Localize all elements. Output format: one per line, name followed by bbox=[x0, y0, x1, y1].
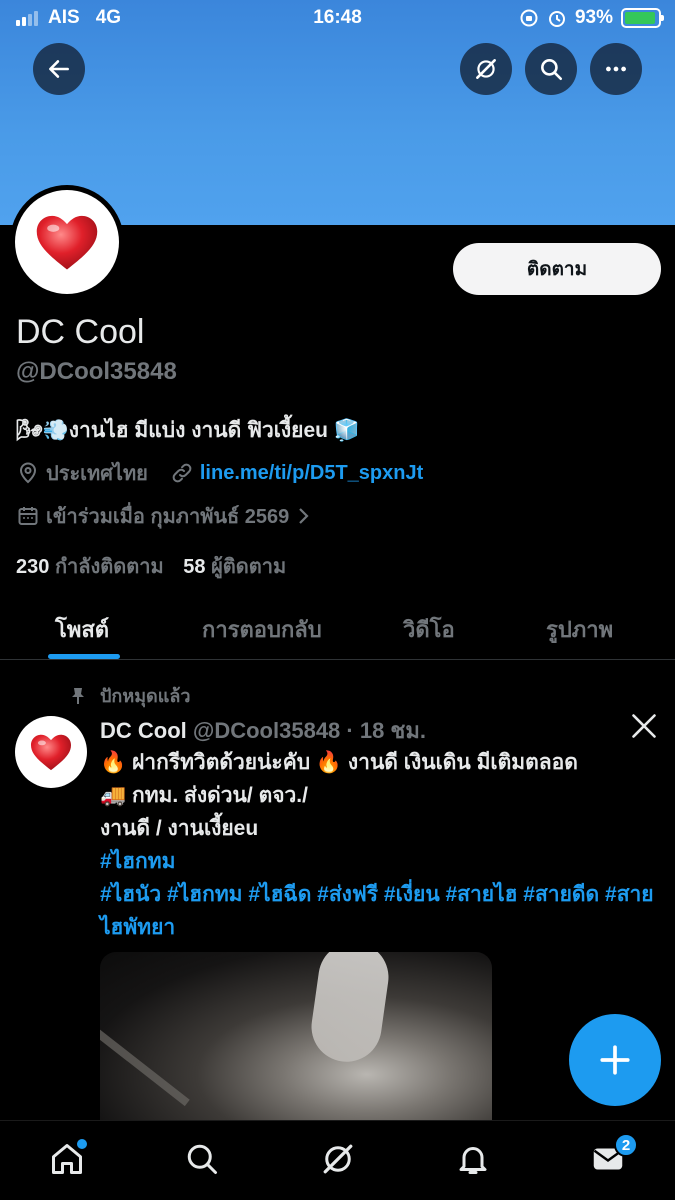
post-handle-time: @DCool35848 · 18 ชม. bbox=[192, 718, 426, 743]
nav-search[interactable] bbox=[182, 1139, 222, 1179]
joined-label: เข้าร่วมเมื่อ กุมภาพันธ์ 2569 bbox=[46, 506, 290, 528]
tab-replies[interactable]: การตอบกลับ bbox=[202, 612, 322, 647]
notifications-icon bbox=[459, 1147, 487, 1174]
search-icon bbox=[541, 59, 563, 81]
post-line: 🚚 กทม. ส่งด่วน/ ตจว./ bbox=[100, 784, 308, 807]
chevron-right-icon bbox=[299, 508, 309, 524]
display-name: DC Cool bbox=[16, 313, 145, 351]
compose-button[interactable] bbox=[569, 1014, 661, 1106]
followers-stat[interactable]: 58 ผู้ติดตาม bbox=[183, 556, 286, 578]
home-unread-dot bbox=[77, 1139, 87, 1149]
search-icon bbox=[187, 1144, 217, 1174]
media-content bbox=[100, 1025, 190, 1107]
battery-percent: 93% bbox=[574, 7, 613, 28]
post-author-name[interactable]: DC Cool bbox=[100, 718, 187, 743]
tab-videos[interactable]: วิดีโอ bbox=[403, 612, 455, 647]
x-logo-icon[interactable] bbox=[630, 712, 658, 740]
location-label: ประเทศไทย bbox=[46, 463, 148, 485]
profile-bio: 🌬💨งานไฮ มีแบ่ง งานดี ฟิวเงี้ยeu 🧊 bbox=[16, 419, 360, 442]
nav-grok[interactable] bbox=[318, 1139, 358, 1179]
orientation-lock-icon bbox=[520, 9, 538, 27]
nav-home[interactable] bbox=[47, 1139, 87, 1179]
post-media-image[interactable] bbox=[100, 952, 492, 1127]
search-button[interactable] bbox=[525, 43, 577, 95]
joined-row[interactable]: เข้าร่วมเมื่อ กุมภาพันธ์ 2569 bbox=[16, 500, 313, 532]
pin-icon bbox=[72, 687, 84, 704]
messages-badge: 2 bbox=[614, 1133, 638, 1157]
follow-stats: 230 กำลังติดตาม 58 ผู้ติดตาม bbox=[16, 550, 286, 582]
plus-icon bbox=[600, 1045, 630, 1075]
profile-avatar[interactable] bbox=[10, 185, 124, 299]
follow-button[interactable]: ติดตาม bbox=[453, 243, 661, 295]
calendar-icon bbox=[18, 507, 38, 525]
post-text: 🔥 ฝากรีทวิตด้วยน่ะคับ 🔥 งานดี เงินเดิน ม… bbox=[100, 746, 660, 944]
nav-messages[interactable]: 2 bbox=[588, 1133, 638, 1179]
heart-icon bbox=[36, 215, 98, 270]
nav-notifications[interactable] bbox=[453, 1139, 493, 1179]
media-content bbox=[306, 952, 394, 1067]
grok-button[interactable] bbox=[460, 43, 512, 95]
more-button[interactable] bbox=[590, 43, 642, 95]
tab-photos[interactable]: รูปภาพ bbox=[546, 612, 613, 647]
more-icon bbox=[606, 66, 626, 72]
post-author-avatar[interactable] bbox=[15, 716, 87, 788]
post-line: 🔥 ฝากรีทวิตด้วยน่ะคับ 🔥 งานดี เงินเดิน ม… bbox=[100, 751, 578, 774]
grok-icon bbox=[323, 1144, 353, 1174]
following-stat[interactable]: 230 กำลังติดตาม bbox=[16, 556, 164, 578]
bottom-navigation: 2 bbox=[0, 1120, 675, 1200]
link-icon bbox=[172, 463, 192, 483]
alarm-icon bbox=[548, 11, 565, 27]
status-bar: AIS 4G 16:48 93% bbox=[0, 0, 675, 36]
heart-icon bbox=[31, 734, 71, 771]
battery-icon bbox=[621, 8, 664, 28]
pinned-indicator: ปักหมุดแล้ว bbox=[68, 681, 190, 710]
tab-posts[interactable]: โพสต์ bbox=[55, 612, 109, 647]
profile-tabs: โพสต์ การตอบกลับ วิดีโอ รูปภาพ bbox=[0, 598, 675, 660]
location-pin-icon bbox=[19, 462, 37, 484]
post-line: งานดี / งานเงี้ยeu bbox=[100, 817, 259, 840]
hashtag-line[interactable]: #ไฮนัว #ไฮกทม #ไฮฉีด #ส่งฟรี #เงี่ยน #สา… bbox=[100, 878, 660, 944]
back-button[interactable] bbox=[33, 43, 85, 95]
grok-icon bbox=[476, 59, 496, 79]
post-header: DC Cool @DCool35848 · 18 ชม. bbox=[100, 713, 426, 748]
active-tab-indicator bbox=[48, 654, 120, 659]
user-handle: @DCool35848 bbox=[16, 358, 177, 385]
profile-link[interactable]: line.me/ti/p/D5T_spxnJt bbox=[200, 462, 423, 485]
hashtag-line[interactable]: #ไฮกทม bbox=[100, 845, 660, 878]
profile-meta-row: ประเทศไทย line.me/ti/p/D5T_spxnJt bbox=[16, 457, 423, 489]
back-arrow-icon bbox=[49, 60, 69, 78]
